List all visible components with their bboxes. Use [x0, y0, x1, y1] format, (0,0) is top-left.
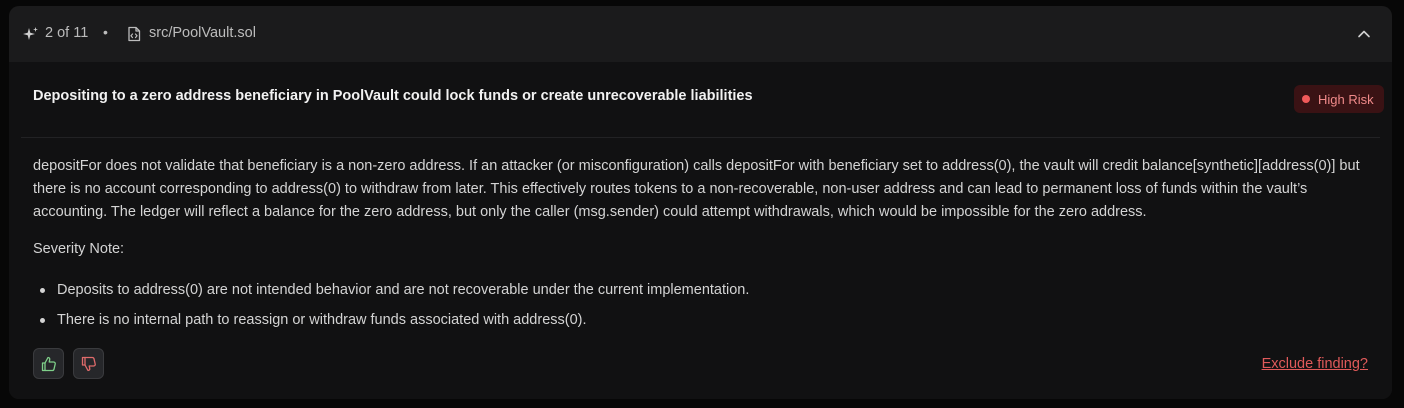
downvote-button[interactable]	[73, 348, 104, 379]
chevron-up-icon[interactable]	[1357, 27, 1371, 41]
finding-counter: 2 of 11	[45, 25, 89, 41]
list-item: There is no internal path to reassign or…	[33, 310, 749, 340]
finding-body: Depositing to a zero address beneficiary…	[9, 62, 1392, 399]
upvote-button[interactable]	[33, 348, 64, 379]
finding-description: depositFor does not validate that benefi…	[33, 158, 1360, 220]
finding-header[interactable]: 2 of 11 • src/PoolVault.sol	[9, 6, 1392, 62]
severity-heading: Severity Note:	[33, 241, 125, 257]
risk-badge: High Risk	[1294, 85, 1384, 113]
finding-title: Depositing to a zero address beneficiary…	[33, 88, 753, 104]
header-separator: •	[103, 24, 108, 40]
file-path[interactable]: src/PoolVault.sol	[149, 25, 256, 41]
risk-dot-icon	[1302, 95, 1310, 103]
thumbs-down-icon	[81, 356, 96, 371]
sparkle-icon	[23, 27, 38, 40]
thumbs-up-icon	[41, 356, 56, 371]
file-code-icon	[128, 26, 141, 42]
exclude-finding-link[interactable]: Exclude finding?	[1262, 356, 1368, 372]
severity-list: Deposits to address(0) are not intended …	[33, 280, 749, 340]
risk-label: High Risk	[1318, 91, 1374, 107]
divider	[21, 137, 1380, 138]
finding-card: 2 of 11 • src/PoolVault.sol Depositing t…	[9, 6, 1392, 399]
list-item: Deposits to address(0) are not intended …	[33, 280, 749, 310]
